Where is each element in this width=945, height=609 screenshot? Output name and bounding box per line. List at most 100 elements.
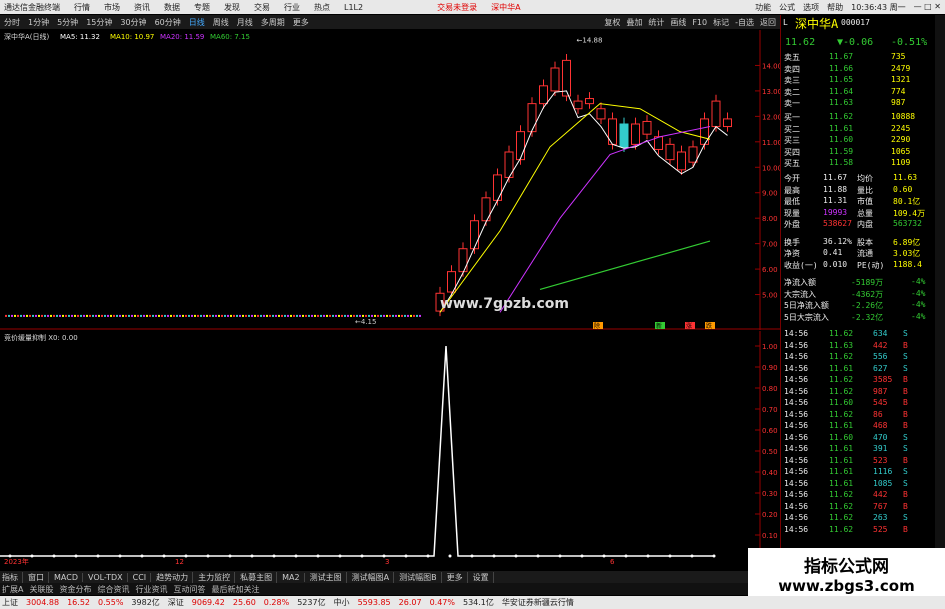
index-name-0[interactable]: 上证: [2, 597, 18, 608]
indicator-tab-0[interactable]: 指标: [2, 571, 23, 583]
indicator-tab-4[interactable]: CCI: [133, 572, 152, 582]
menu-item-hangqing[interactable]: 行情: [74, 2, 90, 13]
info-tab-1[interactable]: 关联股: [29, 584, 53, 595]
menu-item-jiaoyi[interactable]: 交易: [254, 2, 270, 13]
flat-candle: [149, 314, 151, 317]
flat-candle: [341, 314, 343, 317]
chart-tool-6[interactable]: -自选: [735, 17, 754, 28]
sub-tick-label: 0.70: [762, 406, 778, 414]
price-tick-label: 9.00: [762, 190, 778, 198]
menu-item-zixun[interactable]: 资讯: [134, 2, 150, 13]
flat-candle: [80, 314, 82, 317]
trade-login-alert[interactable]: 交易未登录: [437, 2, 477, 13]
index-amount-1: 5237亿: [297, 598, 326, 607]
menu-gongshi[interactable]: 公式: [779, 2, 795, 13]
signal-dot: [426, 554, 430, 558]
period-tab-8[interactable]: 月线: [237, 17, 253, 28]
menu-item-redian[interactable]: 热点: [314, 2, 330, 13]
signal-dot: [602, 554, 606, 558]
period-tab-0[interactable]: 分时: [4, 17, 20, 28]
flat-candle: [182, 314, 184, 317]
chart-tool-7[interactable]: 返回: [760, 17, 776, 28]
signal-dot: [624, 554, 628, 558]
menu-item-hangye[interactable]: 行业: [284, 2, 300, 13]
menu-item-faxian[interactable]: 发现: [224, 2, 240, 13]
menu-item-l1l2[interactable]: L1L2: [344, 3, 363, 12]
menu-item-zhuanti[interactable]: 专题: [194, 2, 210, 13]
menu-xuanxiang[interactable]: 选项: [803, 2, 819, 13]
indicator-tab-1[interactable]: 窗口: [28, 571, 49, 583]
info-tab-2[interactable]: 资金分布: [59, 584, 91, 595]
side-icon-bar[interactable]: [935, 15, 945, 570]
period-tab-5[interactable]: 60分钟: [155, 17, 181, 28]
flat-candle: [164, 314, 166, 317]
flow-label: 5日净流入额: [784, 301, 829, 310]
indicator-tab-9[interactable]: 测试主图: [310, 571, 347, 583]
menu-item-shichang[interactable]: 市场: [104, 2, 120, 13]
index-name-2[interactable]: 中小: [334, 597, 350, 608]
info-tab-6[interactable]: 最后新加关注: [211, 584, 259, 595]
indicator-tab-5[interactable]: 趋势动力: [156, 571, 194, 583]
stat-label: 量比: [857, 185, 873, 195]
tick-time: 14:56: [784, 340, 809, 350]
menu-item-shuju[interactable]: 数据: [164, 2, 180, 13]
chart-tool-1[interactable]: 叠加: [626, 17, 642, 28]
flat-candle: [212, 314, 214, 317]
indicator-tab-6[interactable]: 主力监控: [198, 571, 236, 583]
indicator-chart[interactable]: 竞价缓量抑制 X0: 0.00 1.00 0.90 0.80 0.70 0.60 0.50 0…: [0, 331, 780, 566]
stock-alert[interactable]: 深中华A: [491, 2, 520, 13]
index-change-0: 16.52: [67, 598, 90, 607]
chart-tool-2[interactable]: 统计: [648, 17, 664, 28]
kline-chart[interactable]: 深中华A(日线) MA5: 11.32 MA10: 10.97 MA20: 11.59…: [0, 30, 780, 330]
ask-price: 11.66: [829, 63, 854, 73]
flat-candle: [140, 314, 142, 317]
indicator-tab-10[interactable]: 测试幅图A: [352, 571, 395, 583]
indicator-tab-2[interactable]: MACD: [54, 572, 83, 582]
info-tab-5[interactable]: 互动问答: [173, 584, 205, 595]
stat-value: 19993: [823, 207, 848, 217]
period-tab-10[interactable]: 更多: [293, 17, 309, 28]
period-tab-1[interactable]: 1分钟: [28, 17, 49, 28]
period-tab-9[interactable]: 多周期: [261, 17, 285, 28]
ma-label-0: MA5: 11.32: [60, 33, 100, 41]
period-tab-6[interactable]: 日线: [189, 17, 205, 28]
sub-tick-label: 0.10: [762, 532, 778, 540]
period-tab-2[interactable]: 5分钟: [57, 17, 78, 28]
info-tab-4[interactable]: 行业资讯: [135, 584, 167, 595]
flow-value: -2.26亿: [851, 301, 884, 310]
index-name-1[interactable]: 深证: [168, 597, 184, 608]
candle-body: [631, 123, 640, 145]
tick-price: 11.61: [829, 455, 854, 465]
info-tab-3[interactable]: 综合资讯: [97, 584, 129, 595]
chart-tool-4[interactable]: F10: [692, 18, 707, 27]
ma-label-3: MA60: 7.15: [210, 33, 250, 41]
info-tab-0[interactable]: 扩展A: [2, 584, 23, 595]
flat-candle: [221, 314, 223, 317]
bid-volume: 1065: [891, 146, 911, 156]
tick-price: 11.62: [829, 490, 854, 499]
candle-body: [458, 248, 468, 273]
window-controls[interactable]: — □ ✕: [914, 2, 941, 13]
period-tab-4[interactable]: 30分钟: [120, 17, 146, 28]
period-tab-3[interactable]: 15分钟: [86, 17, 112, 28]
menu-bangzhu[interactable]: 帮助: [827, 2, 843, 13]
chart-tool-3[interactable]: 画线: [670, 17, 686, 28]
flat-candle: [230, 314, 232, 317]
indicator-tab-12[interactable]: 更多: [447, 571, 468, 583]
chart-tool-5[interactable]: 标记: [713, 17, 729, 28]
flat-candle: [137, 314, 139, 317]
chart-tool-0[interactable]: 复权: [604, 17, 620, 28]
indicator-tab-11[interactable]: 测试幅图B: [399, 571, 442, 583]
flat-candle: [338, 314, 340, 317]
flat-candle: [410, 314, 412, 317]
stat-value: 0.010: [823, 259, 848, 269]
indicator-tab-7[interactable]: 私募主图: [240, 571, 278, 583]
flat-candle: [74, 314, 76, 317]
stat-label: 股本: [857, 237, 873, 247]
menu-gongneng[interactable]: 功能: [755, 2, 771, 13]
indicator-tab-13[interactable]: 设置: [473, 571, 494, 583]
period-tab-7[interactable]: 周线: [213, 17, 229, 28]
flat-candle: [62, 314, 64, 317]
indicator-tab-8[interactable]: MA2: [282, 572, 305, 582]
indicator-tab-3[interactable]: VOL-TDX: [88, 572, 128, 582]
